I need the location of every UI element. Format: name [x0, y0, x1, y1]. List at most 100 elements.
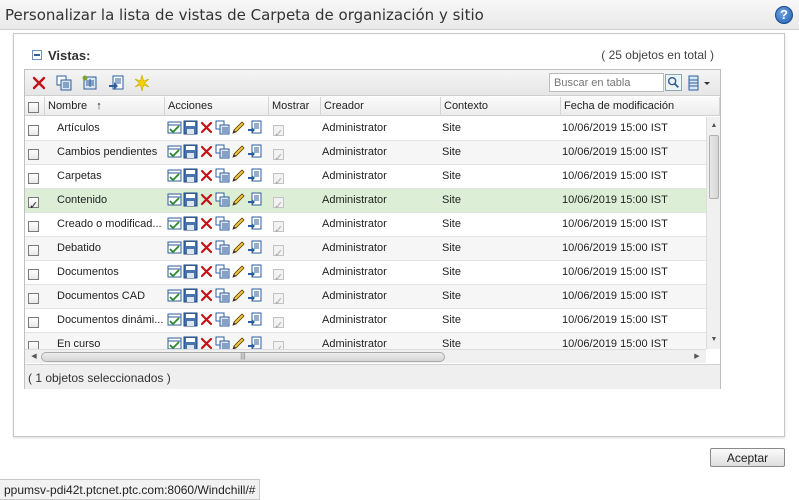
delete-icon[interactable] — [199, 120, 214, 135]
save-as-icon[interactable] — [183, 144, 198, 159]
copy-icon[interactable] — [215, 120, 230, 135]
row-select-checkbox[interactable] — [28, 195, 39, 213]
apply-view-icon[interactable] — [247, 192, 262, 207]
search-icon[interactable] — [665, 74, 682, 91]
apply-view-icon[interactable] — [247, 120, 262, 135]
set-default-icon[interactable] — [167, 288, 182, 303]
row-select-checkbox[interactable] — [28, 293, 39, 305]
save-as-icon[interactable] — [183, 216, 198, 231]
table-row[interactable]: Documentos Administrator Site 10/06/2019 15… — [25, 261, 707, 285]
copy-icon[interactable] — [215, 312, 230, 327]
apply-view-icon[interactable] — [247, 216, 262, 231]
copy-view-icon[interactable] — [55, 74, 73, 92]
delete-icon[interactable] — [30, 74, 48, 92]
table-row[interactable]: Debatido Administrator Site 10/06/2019 15:0… — [25, 237, 707, 261]
row-select-checkbox[interactable] — [28, 341, 39, 349]
column-header-name[interactable]: Nombre ↑ — [45, 97, 165, 116]
save-as-icon[interactable] — [183, 168, 198, 183]
column-header-creator[interactable]: Creador — [321, 97, 441, 116]
set-default-icon[interactable] — [167, 240, 182, 255]
save-as-icon[interactable] — [183, 240, 198, 255]
copy-icon[interactable] — [215, 216, 230, 231]
set-default-icon[interactable] — [167, 168, 182, 183]
table-row[interactable]: Documentos dinámi... Administrator Site 10/… — [25, 309, 707, 333]
column-header-actions[interactable]: Acciones — [165, 97, 269, 116]
set-default-icon[interactable] — [167, 312, 182, 327]
set-default-icon[interactable] — [167, 144, 182, 159]
save-as-icon[interactable] — [183, 264, 198, 279]
select-all-checkbox[interactable] — [28, 102, 39, 114]
set-default-icon[interactable] — [167, 216, 182, 231]
table-row[interactable]: En curso Administrator Site 10/06/2019 15:0… — [25, 333, 707, 349]
save-as-icon[interactable] — [183, 288, 198, 303]
collapse-icon[interactable] — [32, 50, 42, 60]
table-row[interactable]: Contenido Administrator Site 10/06/2019 15:… — [25, 189, 707, 213]
apply-view-icon[interactable] — [247, 168, 262, 183]
apply-view-icon[interactable] — [247, 312, 262, 327]
duplicate-view-icon[interactable] — [81, 74, 99, 92]
row-select-checkbox[interactable] — [28, 125, 39, 137]
save-as-icon[interactable] — [183, 312, 198, 327]
apply-view-icon[interactable] — [247, 336, 262, 349]
row-select-checkbox[interactable] — [28, 221, 39, 233]
set-default-icon[interactable] — [167, 336, 182, 349]
scroll-up-icon[interactable]: ▲ — [707, 119, 721, 133]
row-select-checkbox[interactable] — [28, 245, 39, 257]
apply-view-icon[interactable] — [247, 144, 262, 159]
set-default-icon[interactable] — [107, 74, 125, 92]
apply-view-icon[interactable] — [247, 264, 262, 279]
column-header-context[interactable]: Contexto — [441, 97, 561, 116]
edit-pencil-icon[interactable] — [231, 192, 246, 207]
delete-icon[interactable] — [199, 312, 214, 327]
apply-view-icon[interactable] — [247, 240, 262, 255]
column-header-date[interactable]: Fecha de modificación — [561, 97, 720, 116]
copy-icon[interactable] — [215, 192, 230, 207]
row-select-checkbox[interactable] — [28, 149, 39, 161]
vertical-scroll-thumb[interactable] — [709, 135, 719, 199]
edit-pencil-icon[interactable] — [231, 216, 246, 231]
delete-icon[interactable] — [199, 288, 214, 303]
edit-pencil-icon[interactable] — [231, 120, 246, 135]
horizontal-scrollbar[interactable]: ◀ ||| ▶ — [25, 349, 706, 363]
edit-pencil-icon[interactable] — [231, 240, 246, 255]
copy-icon[interactable] — [215, 144, 230, 159]
copy-icon[interactable] — [215, 288, 230, 303]
table-row[interactable]: Carpetas Administrator Site 10/06/2019 15:0… — [25, 165, 707, 189]
column-menu-icon[interactable] — [686, 74, 714, 92]
scroll-right-icon[interactable]: ▶ — [690, 350, 704, 364]
delete-icon[interactable] — [199, 264, 214, 279]
delete-icon[interactable] — [199, 168, 214, 183]
row-select-checkbox[interactable] — [28, 269, 39, 281]
edit-pencil-icon[interactable] — [231, 336, 246, 349]
apply-view-icon[interactable] — [247, 288, 262, 303]
ok-button[interactable]: Aceptar — [710, 448, 785, 467]
delete-icon[interactable] — [199, 192, 214, 207]
save-as-icon[interactable] — [183, 336, 198, 349]
save-as-icon[interactable] — [183, 120, 198, 135]
edit-pencil-icon[interactable] — [231, 312, 246, 327]
scroll-left-icon[interactable]: ◀ — [27, 350, 41, 364]
row-select-checkbox[interactable] — [28, 317, 39, 329]
set-default-icon[interactable] — [167, 192, 182, 207]
table-row[interactable]: Cambios pendientes Administrator Site 10/06… — [25, 141, 707, 165]
horizontal-scroll-thumb[interactable]: ||| — [41, 352, 445, 362]
delete-icon[interactable] — [199, 216, 214, 231]
delete-icon[interactable] — [199, 336, 214, 349]
row-select-checkbox[interactable] — [28, 173, 39, 185]
table-row[interactable]: Documentos CAD Administrator Site 10/06/201… — [25, 285, 707, 309]
edit-pencil-icon[interactable] — [231, 168, 246, 183]
set-default-icon[interactable] — [167, 264, 182, 279]
help-icon[interactable]: ? — [775, 6, 793, 24]
copy-icon[interactable] — [215, 264, 230, 279]
copy-icon[interactable] — [215, 168, 230, 183]
edit-pencil-icon[interactable] — [231, 144, 246, 159]
copy-icon[interactable] — [215, 336, 230, 349]
set-default-icon[interactable] — [167, 120, 182, 135]
table-row[interactable]: Creado o modificad... Administrator Site 10… — [25, 213, 707, 237]
scroll-down-icon[interactable]: ▼ — [707, 333, 721, 347]
delete-icon[interactable] — [199, 144, 214, 159]
column-header-show[interactable]: Mostrar — [269, 97, 321, 116]
table-row[interactable]: Artículos Administrator Site 10/06/2019 15:… — [25, 117, 707, 141]
new-view-icon[interactable] — [133, 74, 151, 92]
save-as-icon[interactable] — [183, 192, 198, 207]
